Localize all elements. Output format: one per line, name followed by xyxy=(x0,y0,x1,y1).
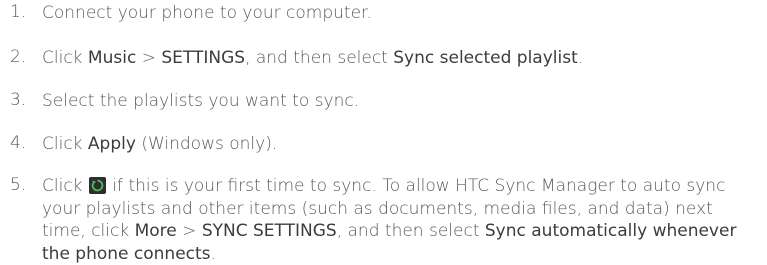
step-text: Connect your phone to your computer. xyxy=(42,3,372,23)
sync-icon xyxy=(88,177,106,194)
step-text: Select the playlists you want to sync. xyxy=(42,91,360,111)
option-sync-selected-playlist: Sync selected playlist xyxy=(393,48,578,68)
step-text: Click Music > SETTINGS, and then select … xyxy=(42,48,584,68)
step-text: Click if this is your first time to sync… xyxy=(42,176,737,264)
instruction-steps: 1. Connect your phone to your computer. … xyxy=(0,0,767,264)
menu-more: More xyxy=(134,221,177,241)
step-number: 5. xyxy=(10,175,27,195)
menu-settings: SETTINGS xyxy=(161,48,246,68)
step-text: Click Apply (Windows only). xyxy=(42,134,278,154)
step-number: 1. xyxy=(10,2,27,22)
menu-music: Music xyxy=(87,48,137,68)
step-number: 4. xyxy=(10,133,27,153)
step-number: 2. xyxy=(10,47,27,67)
button-apply: Apply xyxy=(87,134,136,154)
menu-sync-settings: SYNC SETTINGS xyxy=(201,221,337,241)
step-number: 3. xyxy=(10,90,27,110)
